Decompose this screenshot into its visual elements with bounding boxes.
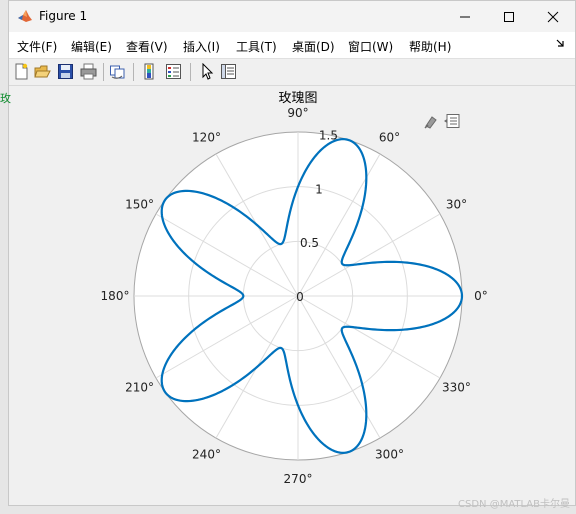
window-title: Figure 1 bbox=[39, 9, 88, 23]
menu-arrow-icon[interactable] bbox=[555, 38, 565, 48]
print-icon[interactable] bbox=[80, 63, 97, 80]
menu-help[interactable]: 帮助(H) bbox=[409, 38, 451, 55]
figure-canvas bbox=[9, 86, 575, 505]
data-tips-icon[interactable] bbox=[444, 113, 461, 129]
toolbar-separator bbox=[133, 63, 134, 81]
toolbar-separator bbox=[190, 63, 191, 81]
menu-edit[interactable]: 编辑(E) bbox=[71, 38, 112, 55]
edit-plot-icon[interactable] bbox=[198, 63, 215, 80]
minimize-button[interactable] bbox=[443, 1, 487, 32]
insert-colorbar-icon[interactable] bbox=[141, 63, 158, 80]
figure-window: Figure 1 文件(F) 编辑(E) 查看(V) 插入(I) 工具(T) 桌… bbox=[8, 0, 576, 506]
title-bar[interactable]: Figure 1 bbox=[9, 1, 575, 32]
menu-window[interactable]: 窗口(W) bbox=[348, 38, 393, 55]
menu-tools[interactable]: 工具(T) bbox=[236, 38, 277, 55]
insert-legend-icon[interactable] bbox=[165, 63, 182, 80]
open-file-icon[interactable] bbox=[34, 63, 51, 80]
maximize-button[interactable] bbox=[487, 1, 531, 32]
matlab-icon bbox=[18, 10, 32, 22]
menu-view[interactable]: 查看(V) bbox=[126, 38, 168, 55]
new-figure-icon[interactable] bbox=[13, 63, 30, 80]
maximize-icon bbox=[504, 11, 514, 22]
watermark: CSDN @MATLAB卡尔曼 bbox=[458, 499, 570, 510]
toolbar-separator bbox=[103, 63, 104, 81]
menu-file[interactable]: 文件(F) bbox=[17, 38, 57, 55]
minimize-icon bbox=[460, 16, 470, 17]
figure-toolbar bbox=[9, 59, 575, 86]
close-button[interactable] bbox=[531, 1, 575, 32]
close-icon bbox=[547, 11, 559, 22]
menu-bar: 文件(F) 编辑(E) 查看(V) 插入(I) 工具(T) 桌面(D) 窗口(W… bbox=[9, 32, 575, 59]
save-icon[interactable] bbox=[57, 63, 74, 80]
brush-icon[interactable] bbox=[423, 113, 440, 129]
command-window-fragment: 玫 bbox=[0, 92, 11, 105]
menu-desktop[interactable]: 桌面(D) bbox=[292, 38, 335, 55]
menu-insert[interactable]: 插入(I) bbox=[183, 38, 220, 55]
link-plot-icon[interactable] bbox=[109, 63, 126, 80]
property-inspector-icon[interactable] bbox=[220, 63, 237, 80]
